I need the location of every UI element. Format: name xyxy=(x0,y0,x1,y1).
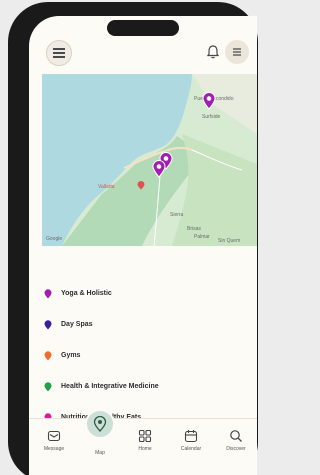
map-label-area-4: Sin Quem xyxy=(218,238,241,244)
category-pin-icon xyxy=(44,288,52,298)
map-pin-marker-1[interactable] xyxy=(202,92,216,110)
city-marker-icon xyxy=(137,181,145,190)
map-fab-button[interactable] xyxy=(85,409,115,439)
nav-label: Map xyxy=(95,450,105,456)
map-pin-marker-3[interactable] xyxy=(152,160,166,178)
hamburger-icon xyxy=(53,48,65,58)
map-view[interactable]: Puerto Escondido Surfside Vallarta Sierr… xyxy=(42,74,257,246)
calendar-icon xyxy=(184,430,198,443)
category-pin-icon xyxy=(44,381,52,391)
nav-item-discover[interactable]: Discover xyxy=(218,429,254,452)
map-pin-icon xyxy=(93,416,107,432)
nav-label: Discover xyxy=(226,446,246,452)
nav-item-home[interactable]: Home xyxy=(127,429,163,452)
category-label: Gyms xyxy=(61,352,81,359)
category-label: Day Spas xyxy=(61,321,93,328)
category-pin-icon xyxy=(44,350,52,360)
nav-item-map[interactable]: Map xyxy=(82,447,118,456)
grid-icon xyxy=(138,429,152,443)
category-item-day-spas[interactable]: Day Spas xyxy=(42,309,252,340)
bottom-nav: Message Map Home Calendar Discover xyxy=(29,409,257,475)
chat-button[interactable] xyxy=(225,40,249,64)
app-screen: Puerto Escondido Surfside Vallarta Sierr… xyxy=(29,16,257,475)
category-item-yoga[interactable]: Yoga & Holistic xyxy=(42,278,252,309)
message-icon xyxy=(47,430,61,442)
nav-item-calendar[interactable]: Calendar xyxy=(173,429,209,452)
nav-label: Message xyxy=(43,446,65,452)
map-label-area-2: Brisas xyxy=(187,226,201,232)
nav-label: Home xyxy=(138,446,152,452)
device-notch xyxy=(107,20,179,36)
category-label: Health & Integrative Medicine xyxy=(61,383,159,390)
map-label-area-3: Palmar xyxy=(194,234,210,240)
category-label: Yoga & Holistic xyxy=(61,290,112,297)
nav-label: Calendar xyxy=(180,446,202,452)
phone-frame: Puerto Escondido Surfside Vallarta Sierr… xyxy=(8,2,258,475)
chat-icon xyxy=(233,48,241,56)
category-item-health[interactable]: Health & Integrative Medicine xyxy=(42,371,252,402)
map-label-top-town-2: Surfside xyxy=(202,114,221,120)
map-label-area-1: Sierra xyxy=(170,212,184,218)
category-pin-icon xyxy=(44,319,52,329)
category-list: Yoga & Holistic Day Spas Gyms Health & I… xyxy=(42,278,252,433)
nav-item-message[interactable]: Message xyxy=(36,429,72,452)
bell-icon[interactable] xyxy=(205,44,221,60)
category-item-gyms[interactable]: Gyms xyxy=(42,340,252,371)
map-label-city: Vallarta xyxy=(98,184,115,190)
menu-button[interactable] xyxy=(46,40,72,66)
search-icon xyxy=(230,430,242,442)
map-attribution: Google xyxy=(46,236,63,242)
